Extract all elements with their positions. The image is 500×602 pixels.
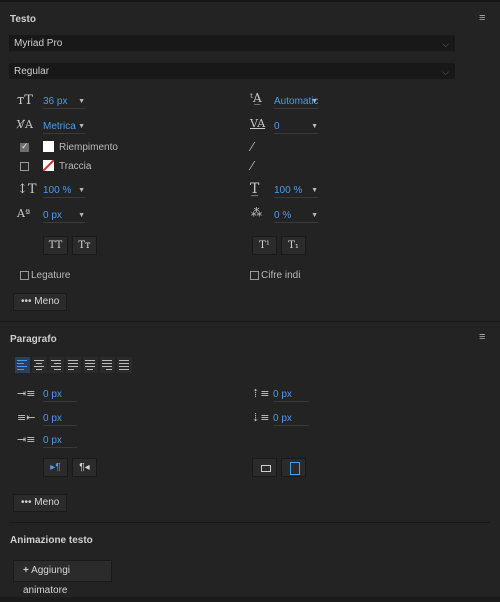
fill-color-swatch[interactable]	[43, 141, 54, 152]
add-animator-button[interactable]: + Aggiungi animatore	[13, 560, 112, 596]
leading-icon: ᵗA̲	[250, 91, 262, 105]
first-line-indent-icon: ⇥≡	[17, 433, 36, 446]
fill-label: Riempimento	[59, 142, 118, 153]
align-center-icon	[34, 360, 44, 372]
dropdown-arrow-icon[interactable]: ▼	[311, 95, 318, 108]
tracking-field[interactable]: 0 ▼	[274, 120, 318, 134]
space-after-icon: ⇣≡	[251, 411, 270, 424]
stroke-checkbox[interactable]	[20, 162, 29, 171]
point-text-button[interactable]	[252, 458, 277, 477]
indent-right-icon: ≡⇤	[17, 411, 36, 424]
ellipsis-icon: •••	[21, 497, 32, 508]
font-style-dropdown[interactable]: Regular ⌵	[9, 63, 455, 79]
add-animator-label: Aggiungi animatore	[23, 565, 70, 596]
justify-all-icon	[119, 360, 129, 372]
justify-last-center-button[interactable]	[83, 357, 98, 373]
justify-last-center-icon	[85, 360, 95, 372]
kerning-icon: V̸A	[17, 118, 33, 131]
ligatures-checkbox[interactable]	[20, 271, 29, 280]
stroke-color-swatch[interactable]	[43, 160, 54, 171]
kerning-field[interactable]: Metrica ▼	[43, 120, 85, 134]
plus-icon: +	[23, 565, 29, 576]
indic-digits-label: Cifre indi	[261, 270, 301, 281]
all-caps-button[interactable]: TT	[43, 236, 68, 255]
leading-field[interactable]: Automatic ▼	[274, 95, 318, 109]
vertical-scale-field[interactable]: 100 % ▼	[43, 184, 85, 198]
baseline-shift-icon: Aª	[17, 207, 31, 220]
paragraph-section-title: Paragrafo	[10, 334, 57, 345]
justify-all-button[interactable]	[117, 357, 132, 373]
indent-right-field[interactable]: 0 px	[43, 412, 77, 426]
stroke-label: Traccia	[59, 161, 92, 172]
font-family-dropdown[interactable]: Myriad Pro ⌵	[9, 35, 455, 51]
justify-last-right-icon	[102, 360, 112, 372]
paragraph-text-button[interactable]	[281, 458, 306, 477]
dropdown-arrow-icon[interactable]: ▼	[78, 120, 85, 133]
align-left-button[interactable]	[15, 357, 30, 373]
justify-last-right-button[interactable]	[100, 357, 115, 373]
space-before-icon: ⇡≡	[251, 387, 270, 400]
text-more-button[interactable]: ••• Meno	[13, 293, 67, 311]
first-line-indent-field[interactable]: 0 px	[43, 434, 77, 448]
subscript-button[interactable]: T₁	[281, 236, 306, 255]
paragraph-more-label: Meno	[34, 497, 60, 508]
text-section-title: Testo	[10, 14, 36, 25]
font-family-value: Myriad Pro	[14, 38, 63, 49]
rtl-direction-button[interactable]: ¶◂	[72, 458, 97, 477]
indic-digits-checkbox[interactable]	[250, 271, 259, 280]
dropdown-arrow-icon[interactable]: ▼	[78, 95, 85, 108]
small-caps-button[interactable]: Tт	[72, 236, 97, 255]
point-text-icon	[261, 465, 271, 472]
chevron-down-icon: ⌵	[442, 67, 449, 77]
ltr-direction-button[interactable]: ▸¶	[43, 458, 68, 477]
paragraph-section-menu-icon[interactable]: ≡	[479, 331, 485, 343]
eyedropper-icon[interactable]: ⁄	[251, 159, 253, 173]
ellipsis-icon: •••	[21, 296, 32, 307]
superscript-button[interactable]: T¹	[252, 236, 277, 255]
indent-left-field[interactable]: 0 px	[43, 388, 77, 402]
baseline-shift-field[interactable]: 0 px ▼	[43, 209, 85, 223]
tracking-icon: VA	[250, 117, 266, 130]
horizontal-scale-icon: T̲	[250, 181, 260, 197]
dropdown-arrow-icon[interactable]: ▼	[311, 120, 318, 133]
dropdown-arrow-icon[interactable]: ▼	[78, 209, 85, 222]
font-size-field[interactable]: 36 px ▼	[43, 95, 85, 109]
dropdown-arrow-icon[interactable]: ▼	[311, 209, 318, 222]
horizontal-scale-field[interactable]: 100 % ▼	[274, 184, 318, 198]
align-left-icon	[17, 360, 27, 372]
chevron-down-icon: ⌵	[442, 39, 449, 49]
align-center-button[interactable]	[32, 357, 47, 373]
text-section-menu-icon[interactable]: ≡	[479, 12, 485, 24]
animation-section-title: Animazione testo	[10, 535, 93, 546]
space-after-field[interactable]: 0 px	[273, 412, 309, 426]
panel-bottom-edge	[0, 597, 500, 602]
align-right-icon	[51, 360, 61, 372]
section-divider	[0, 321, 500, 322]
text-more-label: Meno	[34, 296, 60, 307]
eyedropper-icon[interactable]: ⁄	[251, 140, 253, 154]
indent-left-icon: ⇥≡	[17, 387, 36, 400]
justify-last-left-button[interactable]	[66, 357, 81, 373]
font-size-icon: ᴛT	[17, 93, 33, 108]
paragraph-more-button[interactable]: ••• Meno	[13, 494, 67, 512]
font-style-value: Regular	[14, 66, 50, 77]
vertical-scale-icon: ↕T	[17, 182, 37, 197]
tsume-icon: ⁂	[251, 206, 262, 219]
dropdown-arrow-icon[interactable]: ▼	[311, 184, 318, 197]
fill-checkbox[interactable]	[20, 141, 29, 152]
align-right-button[interactable]	[49, 357, 64, 373]
dropdown-arrow-icon[interactable]: ▼	[78, 184, 85, 197]
tsume-field[interactable]: 0 % ▼	[274, 209, 318, 223]
panel-top-edge	[0, 0, 500, 2]
justify-last-left-icon	[68, 360, 78, 372]
space-before-field[interactable]: 0 px	[273, 388, 309, 402]
section-divider	[9, 522, 490, 523]
ligatures-label: Legature	[31, 270, 71, 281]
paragraph-text-icon	[290, 462, 300, 475]
